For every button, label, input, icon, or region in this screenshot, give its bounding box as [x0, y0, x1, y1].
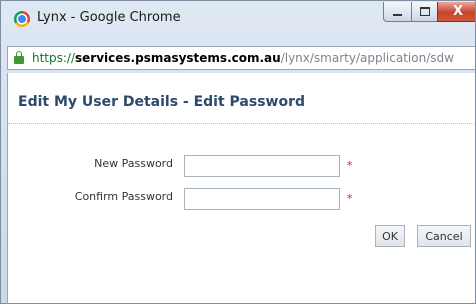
- minimize-button[interactable]: [383, 2, 412, 22]
- new-password-required-marker: *: [347, 159, 353, 172]
- minimize-icon: [393, 13, 402, 16]
- address-bar[interactable]: https://services.psmasystems.com.au/lynx…: [7, 46, 475, 70]
- chrome-icon: [14, 11, 30, 27]
- confirm-password-required-marker: *: [347, 192, 353, 205]
- new-password-input[interactable]: [184, 155, 340, 177]
- ok-button[interactable]: OK: [375, 225, 405, 247]
- lock-icon: [14, 51, 24, 64]
- title-divider: [8, 123, 475, 124]
- window-title: Lynx - Google Chrome: [37, 10, 181, 25]
- maximize-button[interactable]: [411, 2, 438, 22]
- url-scheme: https://: [32, 51, 76, 65]
- page-content: Edit My User Details - Edit Password New…: [7, 73, 475, 303]
- url-text: https://services.psmasystems.com.au/lynx…: [32, 47, 454, 69]
- url-host: services.psmasystems.com.au: [75, 51, 281, 65]
- cancel-button[interactable]: Cancel: [417, 225, 471, 247]
- confirm-password-input[interactable]: [184, 188, 340, 210]
- title-bar[interactable]: Lynx - Google Chrome X: [1, 1, 475, 43]
- maximize-icon: [419, 7, 430, 16]
- new-password-label: New Password: [94, 157, 173, 170]
- page-title: Edit My User Details - Edit Password: [18, 94, 306, 110]
- browser-window: Lynx - Google Chrome X https://services.…: [0, 0, 476, 304]
- close-button[interactable]: X: [437, 2, 475, 22]
- close-icon: X: [452, 4, 464, 19]
- confirm-password-label: Confirm Password: [74, 190, 173, 203]
- url-path: /lynx/smarty/application/sdw: [280, 51, 454, 65]
